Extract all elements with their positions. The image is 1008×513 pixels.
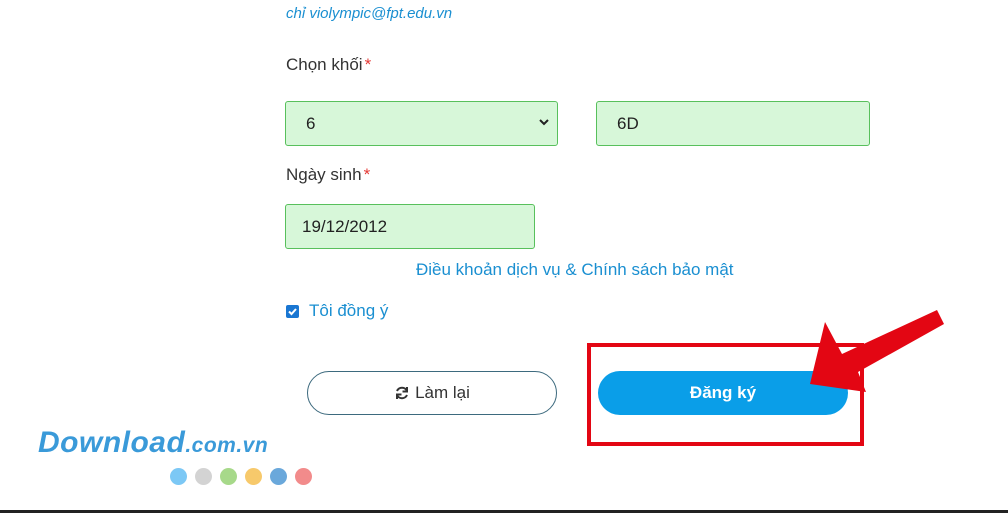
watermark-logo: Download.com.vn xyxy=(38,426,268,460)
required-mark: * xyxy=(363,165,371,184)
reset-button[interactable]: Làm lại xyxy=(307,371,557,415)
watermark-dots xyxy=(170,468,312,485)
agree-label: Tôi đồng ý xyxy=(309,301,389,320)
chevron-down-icon xyxy=(537,114,551,134)
grade-label: Chọn khối * xyxy=(286,55,371,75)
red-arrow-icon xyxy=(810,310,944,392)
checkbox-checked-icon[interactable] xyxy=(286,304,299,318)
agree-checkbox-row[interactable]: Tôi đồng ý xyxy=(286,301,388,321)
watermark-dot xyxy=(245,468,262,485)
birthdate-label: Ngày sinh * xyxy=(286,165,370,185)
grade-select[interactable]: 6 xyxy=(285,101,558,146)
watermark-dot xyxy=(195,468,212,485)
class-input[interactable]: 6D xyxy=(596,101,870,146)
terms-link[interactable]: Điều khoản dịch vụ & Chính sách bảo mật xyxy=(416,260,734,280)
watermark-domain: .com.vn xyxy=(185,434,269,457)
class-input-value: 6D xyxy=(617,113,639,133)
birthdate-input-value: 19/12/2012 xyxy=(302,216,388,236)
birthdate-label-text: Ngày sinh xyxy=(286,165,362,184)
watermark-brand: Download xyxy=(38,426,186,459)
watermark-dot xyxy=(220,468,237,485)
birthdate-input[interactable]: 19/12/2012 xyxy=(285,204,535,249)
watermark-dot xyxy=(170,468,187,485)
watermark-dot xyxy=(270,468,287,485)
grade-label-text: Chọn khối xyxy=(286,55,363,74)
reset-button-label: Làm lại xyxy=(415,383,470,402)
required-mark: * xyxy=(364,55,372,74)
watermark-dot xyxy=(295,468,312,485)
email-note: chỉ violympic@fpt.edu.vn xyxy=(286,5,453,22)
grade-select-value: 6 xyxy=(306,113,316,133)
refresh-icon xyxy=(396,386,409,400)
